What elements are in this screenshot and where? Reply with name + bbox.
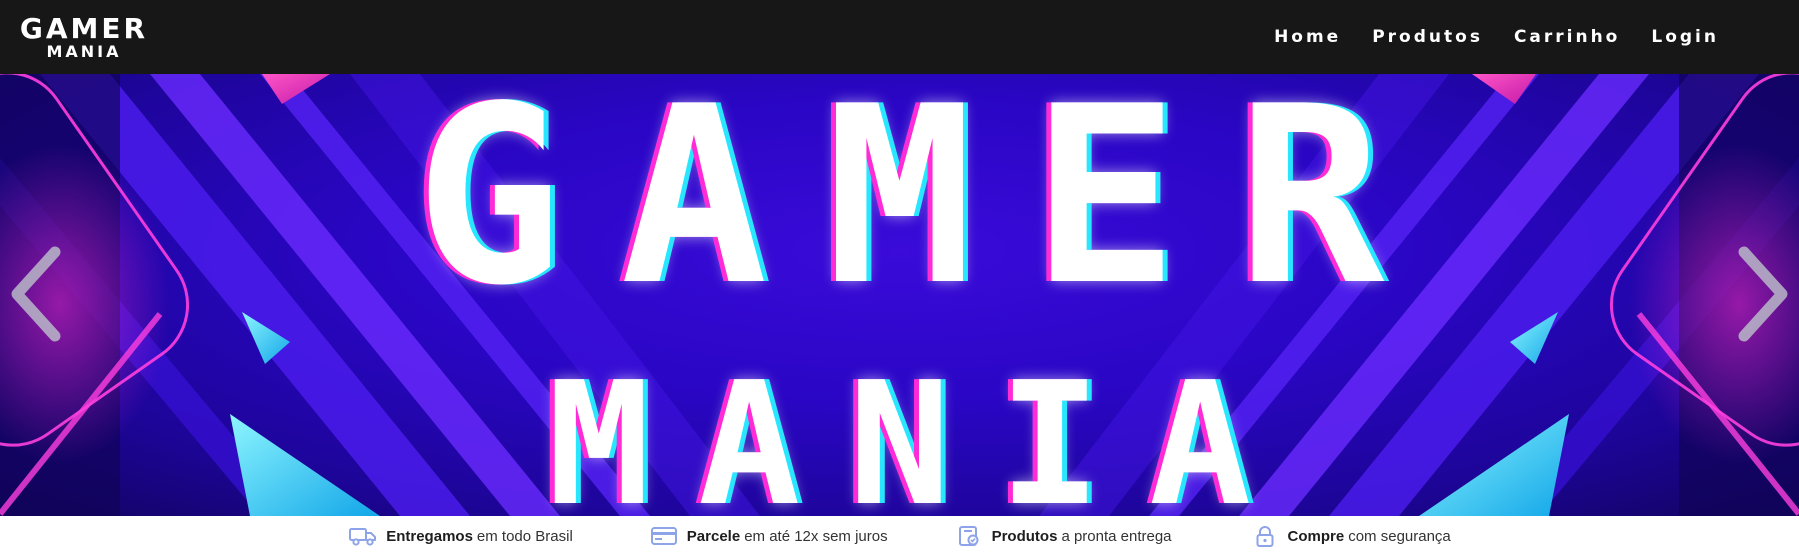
feature-stock-text: a pronta entrega [1061, 527, 1172, 545]
feature-stock: Produtos a pronta entrega [954, 525, 1172, 547]
feature-security: Compre com segurança [1250, 525, 1451, 547]
feature-delivery: Entregamos em todo Brasil [348, 525, 573, 547]
brand-logo-top: GAMER [19, 11, 149, 45]
carousel-prev-button[interactable] [0, 239, 70, 349]
feature-installments-text: em até 12x sem juros [744, 527, 888, 545]
nav-link-produtos[interactable]: Produtos [1372, 27, 1483, 47]
feature-delivery-bold: Entregamos [386, 527, 473, 545]
nav-link-login[interactable]: Login [1651, 27, 1719, 47]
chevron-left-icon [11, 246, 61, 342]
lock-icon [1250, 525, 1280, 547]
feature-security-text: com segurança [1348, 527, 1451, 545]
feature-delivery-text: em todo Brasil [476, 527, 573, 545]
navbar: GAMER MANIA Home Produtos Carrinho Login [0, 0, 1799, 74]
hero-title-gamer: GAMER [414, 74, 1443, 339]
brand-logo[interactable]: GAMER MANIA [19, 11, 149, 61]
brand-logo-bottom: MANIA [46, 41, 122, 61]
hero-carousel: GAMER MANIA [0, 74, 1799, 516]
feature-security-bold: Compre [1287, 527, 1345, 545]
truck-icon [348, 525, 378, 547]
feature-installments-bold: Parcele [686, 527, 741, 545]
hero-title-mania: MANIA [547, 346, 1300, 516]
feature-installments: Parcele em até 12x sem juros [649, 525, 888, 547]
nav-link-carrinho[interactable]: Carrinho [1514, 27, 1620, 47]
nav-links: Home Produtos Carrinho Login [1274, 27, 1719, 47]
features-strip: Entregamos em todo Brasil Parcele em até… [0, 516, 1799, 556]
feature-stock-bold: Produtos [991, 527, 1058, 545]
chevron-right-icon [1738, 246, 1788, 342]
carousel-next-button[interactable] [1729, 239, 1799, 349]
package-check-icon [954, 525, 984, 547]
credit-card-icon [649, 525, 679, 547]
nav-link-home[interactable]: Home [1274, 27, 1341, 47]
